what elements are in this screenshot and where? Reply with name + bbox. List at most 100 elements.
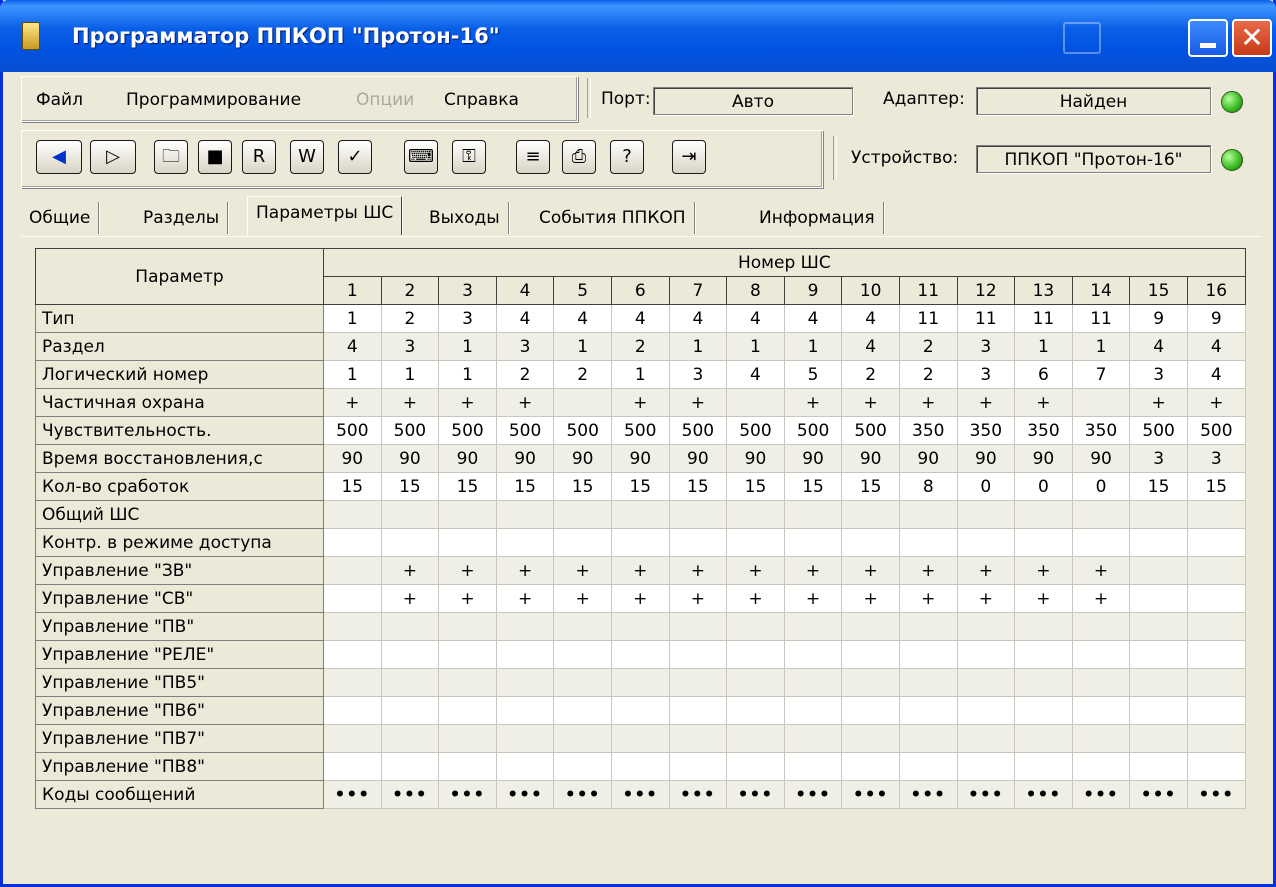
table-cell[interactable]	[668, 528, 728, 557]
table-cell[interactable]	[380, 724, 440, 753]
column-header[interactable]: 4	[495, 276, 555, 305]
table-cell[interactable]: 500	[1129, 416, 1188, 445]
table-cell[interactable]	[668, 752, 728, 781]
table-cell[interactable]	[1129, 612, 1188, 641]
table-cell[interactable]: 15	[380, 472, 440, 501]
table-cell[interactable]: 90	[380, 444, 440, 473]
table-cell[interactable]	[610, 668, 670, 697]
table-cell[interactable]	[438, 640, 497, 669]
table-cell[interactable]	[726, 500, 785, 529]
table-cell[interactable]: 1	[668, 332, 728, 361]
column-header[interactable]: 3	[438, 276, 497, 305]
table-cell[interactable]: +	[1014, 556, 1073, 585]
table-cell[interactable]: 350	[1071, 416, 1131, 445]
table-cell[interactable]: 4	[610, 304, 670, 333]
table-cell[interactable]: 500	[553, 416, 612, 445]
table-cell[interactable]	[553, 500, 612, 529]
column-header[interactable]: 14	[1071, 276, 1131, 305]
table-cell[interactable]	[380, 528, 440, 557]
menu-programming[interactable]: Программирование	[126, 90, 301, 110]
table-cell[interactable]: 500	[668, 416, 728, 445]
column-header[interactable]: 16	[1186, 276, 1246, 305]
table-cell[interactable]	[323, 612, 382, 641]
table-cell[interactable]: +	[668, 388, 728, 417]
message-codes-button[interactable]: •••	[1014, 780, 1073, 809]
table-cell[interactable]	[956, 640, 1016, 669]
table-cell[interactable]: +	[726, 556, 785, 585]
table-cell[interactable]	[1071, 388, 1131, 417]
message-codes-button[interactable]: •••	[323, 780, 382, 809]
table-cell[interactable]: 15	[438, 472, 497, 501]
table-cell[interactable]: 90	[553, 444, 612, 473]
table-cell[interactable]	[841, 724, 900, 753]
table-cell[interactable]: 500	[495, 416, 555, 445]
table-cell[interactable]	[898, 528, 958, 557]
message-codes-button[interactable]: •••	[668, 780, 728, 809]
table-cell[interactable]: 4	[1186, 360, 1246, 389]
table-cell[interactable]: 3	[495, 332, 555, 361]
table-cell[interactable]: 15	[553, 472, 612, 501]
table-cell[interactable]	[726, 640, 785, 669]
table-cell[interactable]	[495, 724, 555, 753]
message-codes-button[interactable]: •••	[553, 780, 612, 809]
menu-help[interactable]: Справка	[444, 90, 519, 110]
table-cell[interactable]: 1	[726, 332, 785, 361]
table-cell[interactable]: 3	[1129, 444, 1188, 473]
table-cell[interactable]: 3	[956, 360, 1016, 389]
table-cell[interactable]: 15	[323, 472, 382, 501]
table-cell[interactable]	[726, 388, 785, 417]
table-cell[interactable]	[323, 668, 382, 697]
table-cell[interactable]	[553, 612, 612, 641]
table-cell[interactable]: 350	[1014, 416, 1073, 445]
table-cell[interactable]	[1129, 640, 1188, 669]
table-cell[interactable]	[956, 752, 1016, 781]
table-cell[interactable]	[438, 668, 497, 697]
table-cell[interactable]: 15	[783, 472, 843, 501]
table-cell[interactable]: 8	[898, 472, 958, 501]
table-cell[interactable]	[841, 668, 900, 697]
table-cell[interactable]	[841, 528, 900, 557]
table-cell[interactable]	[553, 528, 612, 557]
message-codes-button[interactable]: •••	[956, 780, 1016, 809]
table-cell[interactable]	[553, 640, 612, 669]
table-cell[interactable]	[668, 668, 728, 697]
message-codes-button[interactable]: •••	[1071, 780, 1131, 809]
table-cell[interactable]	[553, 668, 612, 697]
table-cell[interactable]	[726, 528, 785, 557]
table-cell[interactable]: +	[841, 388, 900, 417]
column-header[interactable]: 7	[668, 276, 728, 305]
table-cell[interactable]: 90	[323, 444, 382, 473]
table-cell[interactable]: +	[380, 388, 440, 417]
table-cell[interactable]	[438, 724, 497, 753]
table-cell[interactable]: 2	[380, 304, 440, 333]
table-cell[interactable]	[956, 668, 1016, 697]
table-cell[interactable]	[323, 724, 382, 753]
table-cell[interactable]: +	[438, 388, 497, 417]
table-cell[interactable]	[1071, 696, 1131, 725]
table-cell[interactable]	[1129, 528, 1188, 557]
table-cell[interactable]: 11	[1071, 304, 1131, 333]
table-cell[interactable]	[1014, 668, 1073, 697]
table-cell[interactable]: 90	[668, 444, 728, 473]
open-folder-icon[interactable]: 🗀	[154, 140, 188, 174]
table-cell[interactable]: 90	[610, 444, 670, 473]
table-cell[interactable]: +	[1071, 556, 1131, 585]
table-cell[interactable]: 1	[1014, 332, 1073, 361]
message-codes-button[interactable]: •••	[380, 780, 440, 809]
table-cell[interactable]	[956, 724, 1016, 753]
table-cell[interactable]	[956, 612, 1016, 641]
table-cell[interactable]	[956, 500, 1016, 529]
table-cell[interactable]: +	[1014, 584, 1073, 613]
table-cell[interactable]: +	[610, 584, 670, 613]
table-cell[interactable]	[438, 528, 497, 557]
table-cell[interactable]: 15	[1129, 472, 1188, 501]
table-cell[interactable]	[1071, 668, 1131, 697]
table-cell[interactable]	[668, 500, 728, 529]
tab-5[interactable]: События ППКОП	[531, 202, 695, 234]
tab-3[interactable]: Параметры ШС	[247, 196, 403, 235]
table-cell[interactable]	[495, 612, 555, 641]
tab-4[interactable]: Выходы	[421, 202, 509, 234]
table-cell[interactable]: 5	[783, 360, 843, 389]
table-cell[interactable]	[610, 612, 670, 641]
table-cell[interactable]: +	[783, 388, 843, 417]
